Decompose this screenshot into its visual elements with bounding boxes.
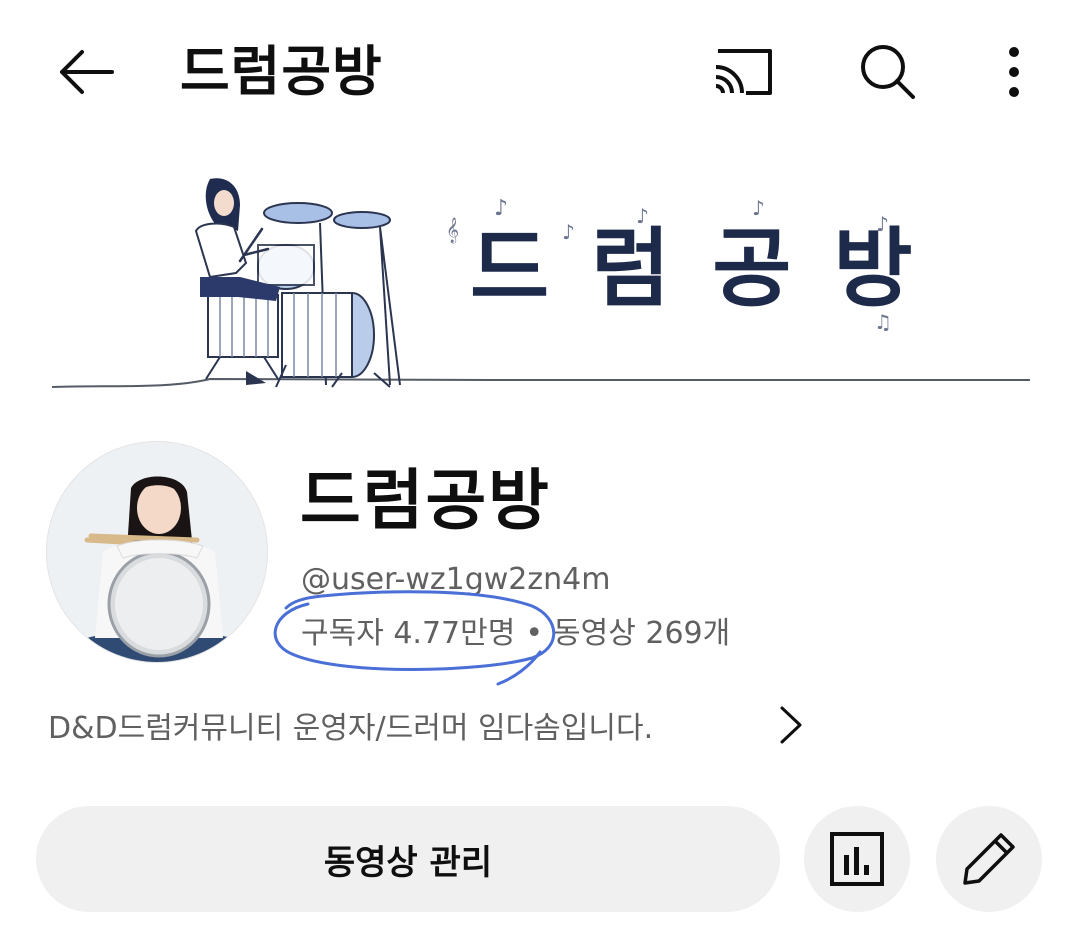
channel-description[interactable]: D&D드럼커뮤니티 운영자/드러머 임다솜입니다. (48, 700, 818, 750)
avatar-image (47, 442, 267, 662)
cast-button[interactable] (702, 30, 786, 114)
edit-button[interactable] (936, 806, 1042, 912)
manage-videos-button[interactable]: 동영상 관리 (36, 806, 780, 912)
banner-title: 드럼공방 (470, 218, 955, 319)
description-text: D&D드럼커뮤니티 운영자/드러머 임다솜입니다. (48, 711, 654, 746)
page-title: 드럼공방 (180, 40, 383, 103)
chevron-right-icon (780, 706, 802, 744)
back-button[interactable] (44, 30, 128, 114)
more-options-button[interactable] (972, 30, 1056, 114)
subscriber-count: 구독자 4.77만명 (301, 616, 516, 651)
stats-separator: • (525, 616, 544, 651)
more-vert-icon (1009, 47, 1019, 97)
search-icon (861, 45, 915, 99)
back-arrow-icon (60, 50, 114, 94)
analytics-icon (830, 832, 884, 886)
cast-icon (715, 49, 772, 95)
search-button[interactable] (846, 30, 930, 114)
channel-handle: @user-wz1gw2zn4m (301, 562, 611, 597)
analytics-button[interactable] (804, 806, 910, 912)
channel-banner: 𝄞 ♪ ♪ ♪ ♪ ♪ ♫ 드럼공방 (50, 165, 1032, 405)
video-count: 동영상 269개 (553, 616, 731, 651)
avatar[interactable] (46, 441, 268, 663)
svg-text:𝄞: 𝄞 (446, 217, 459, 243)
edit-pencil-icon (963, 833, 1015, 885)
app-bar: 드럼공방 (0, 0, 1080, 145)
channel-name: 드럼공방 (300, 462, 551, 539)
channel-stats: 구독자 4.77만명 • 동영상 269개 (301, 612, 730, 656)
